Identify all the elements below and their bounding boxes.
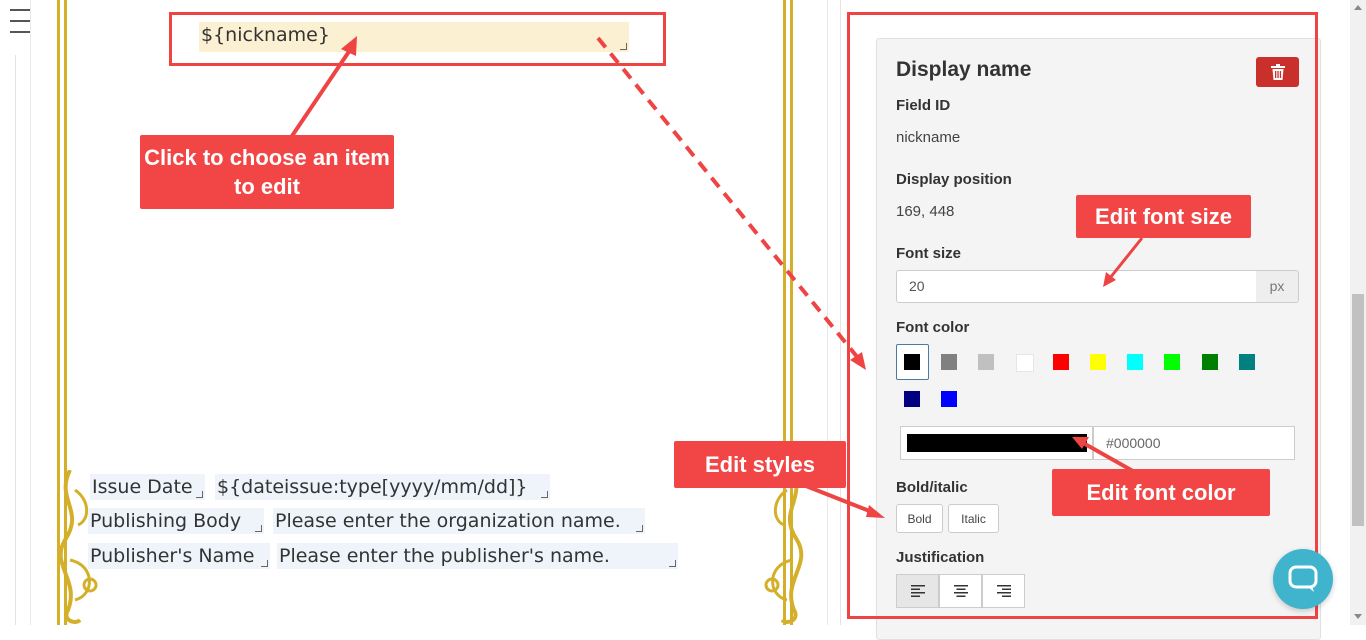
publishing-body-value-field[interactable]: Please enter the organization name. <box>273 508 645 534</box>
resize-grip-icon[interactable] <box>669 560 676 567</box>
scroll-down-icon[interactable] <box>1354 614 1362 619</box>
publishing-body-value: Please enter the organization name. <box>275 510 621 532</box>
publishing-body-label: Publishing Body <box>90 510 242 532</box>
callout-font-size: Edit font size <box>1076 195 1251 238</box>
scroll-up-icon[interactable] <box>1354 5 1362 10</box>
resize-grip-icon[interactable] <box>636 525 643 532</box>
color-swatch[interactable] <box>1127 354 1144 370</box>
callout-font-color: Edit font color <box>1052 469 1270 516</box>
chat-bubble-icon <box>1288 565 1318 592</box>
resize-grip-icon[interactable] <box>541 491 548 498</box>
color-swatch[interactable] <box>904 354 920 370</box>
publishing-body-label-field[interactable]: Publishing Body <box>88 508 264 534</box>
issue-date-value: ${dateissue:type[yyyy/mm/dd]} <box>217 476 528 498</box>
callout-choose-item: Click to choose an item to edit <box>140 135 394 209</box>
issue-date-value-field[interactable]: ${dateissue:type[yyyy/mm/dd]} <box>215 474 550 500</box>
nickname-highlight <box>169 12 666 66</box>
color-swatch[interactable] <box>941 354 958 370</box>
nav-divider <box>15 55 16 625</box>
page-scrollbar[interactable] <box>1350 0 1366 625</box>
ornament-right-icon <box>764 470 804 624</box>
issue-date-label-field[interactable]: Issue Date <box>90 474 205 500</box>
issue-date-label: Issue Date <box>92 476 193 498</box>
publisher-name-value-field[interactable]: Please enter the publisher's name. <box>277 543 678 569</box>
chat-button[interactable] <box>1273 549 1333 609</box>
color-swatch[interactable] <box>1090 354 1106 370</box>
resize-grip-icon[interactable] <box>261 560 268 567</box>
color-swatch[interactable] <box>1015 354 1034 372</box>
publisher-name-value: Please enter the publisher's name. <box>279 545 610 567</box>
color-swatch[interactable] <box>1238 354 1255 370</box>
color-swatch[interactable] <box>1201 354 1218 370</box>
color-swatch[interactable] <box>1052 354 1069 370</box>
color-swatch[interactable] <box>904 391 920 407</box>
scroll-thumb[interactable] <box>1352 294 1364 526</box>
publisher-name-label: Publisher's Name <box>90 545 255 567</box>
color-swatch[interactable] <box>1164 354 1181 370</box>
color-swatch[interactable] <box>978 354 995 370</box>
publisher-name-label-field[interactable]: Publisher's Name <box>88 543 270 569</box>
color-swatch[interactable] <box>941 391 958 407</box>
callout-styles: Edit styles <box>674 441 846 488</box>
resize-grip-icon[interactable] <box>255 525 262 532</box>
panel-highlight <box>847 12 1318 619</box>
resize-grip-icon[interactable] <box>196 491 203 498</box>
